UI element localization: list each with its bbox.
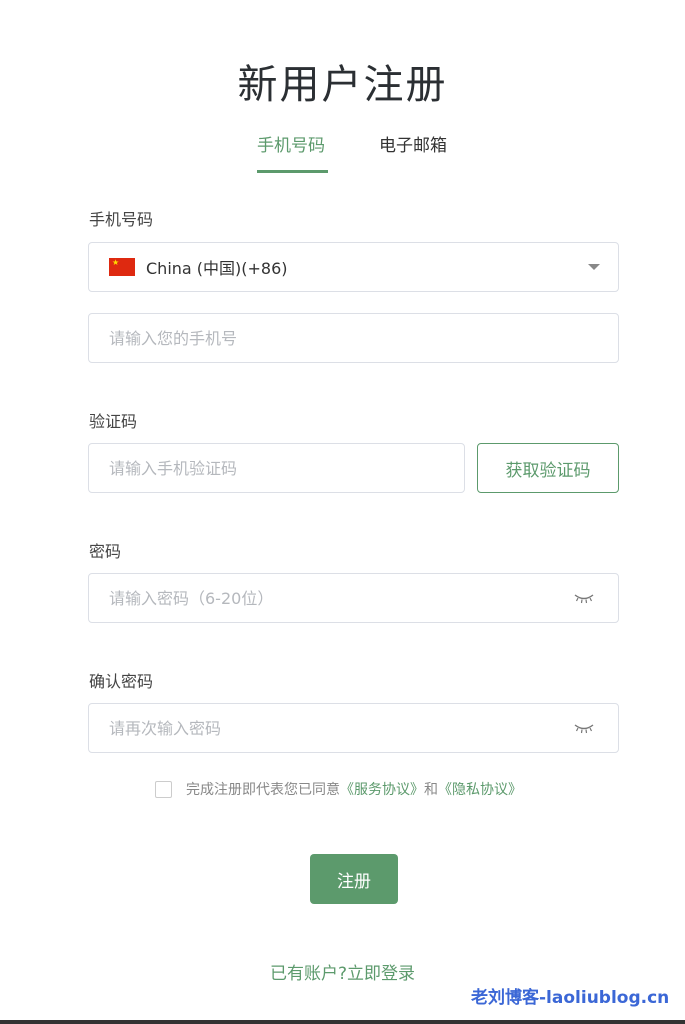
phone-field: [88, 313, 619, 363]
caret-down-icon: [588, 264, 600, 270]
watermark: 老刘博客-laoliublog.cn: [471, 988, 670, 1008]
password-input[interactable]: [89, 574, 618, 622]
bottom-divider: [0, 1020, 685, 1024]
confirm-password-field: [88, 703, 619, 753]
password-label: 密码: [89, 542, 122, 561]
agreement-text: 完成注册即代表您已同意: [186, 782, 340, 798]
active-tab-indicator: [257, 170, 328, 173]
phone-input[interactable]: [89, 314, 618, 362]
china-flag-icon: ★: [109, 258, 135, 276]
agreement-checkbox[interactable]: [155, 780, 172, 798]
tab-email[interactable]: 电子邮箱: [379, 134, 447, 172]
eye-closed-icon[interactable]: [574, 592, 594, 604]
agreement-and-text: 和: [424, 782, 438, 798]
page-title: 新用户注册: [237, 62, 448, 108]
confirm-password-input[interactable]: [89, 704, 618, 752]
confirm-password-label: 确认密码: [89, 672, 154, 691]
agreement-row: 完成注册即代表您已同意 《服务协议》 和 《隐私协议》: [155, 779, 522, 799]
eye-closed-icon[interactable]: [574, 722, 594, 734]
code-field: [88, 443, 465, 493]
register-button[interactable]: 注册: [310, 854, 398, 904]
register-tabs: 手机号码 电子邮箱: [0, 134, 685, 174]
country-select-value: China (中国)(+86): [146, 259, 288, 278]
verification-code-input[interactable]: [89, 444, 464, 492]
tab-phone[interactable]: 手机号码: [257, 134, 325, 172]
phone-label: 手机号码: [89, 210, 154, 229]
service-agreement-link[interactable]: 《服务协议》: [340, 779, 424, 799]
privacy-agreement-link[interactable]: 《隐私协议》: [438, 779, 522, 799]
country-select[interactable]: ★ China (中国)(+86): [88, 242, 619, 292]
code-label: 验证码: [89, 412, 138, 431]
password-field: [88, 573, 619, 623]
login-link[interactable]: 已有账户?立即登录: [0, 959, 685, 984]
get-code-button[interactable]: 获取验证码: [477, 443, 619, 493]
